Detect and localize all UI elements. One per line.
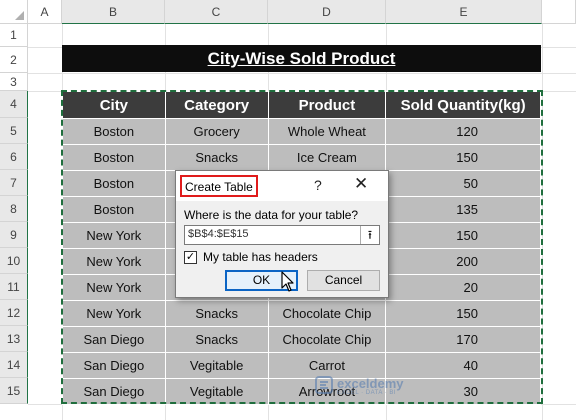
row-header-7[interactable]: 7 (0, 170, 28, 196)
cell-category[interactable]: Grocery (164, 118, 269, 145)
range-value: $B$4:$E$15 (188, 228, 249, 240)
table-row: Boston Snacks Ice Cream 150 (62, 144, 541, 171)
cell-product[interactable]: Chocolate Chip (267, 326, 387, 353)
cell-quantity[interactable]: 135 (385, 196, 541, 223)
row-header-6[interactable]: 6 (0, 144, 28, 170)
row-header-8[interactable]: 8 (0, 196, 28, 222)
column-header-c[interactable]: C (165, 0, 268, 24)
collapse-dialog-icon[interactable]: ⭱ (360, 226, 379, 244)
cell-category[interactable]: Vegitable (164, 352, 269, 379)
cell-city[interactable]: San Diego (62, 378, 166, 405)
cell-product[interactable]: Ice Cream (267, 144, 387, 171)
row-header-10[interactable]: 10 (0, 248, 28, 274)
row-header-4[interactable]: 4 (0, 91, 28, 118)
range-prompt-label: Where is the data for your table? (184, 208, 359, 222)
select-all-corner[interactable] (0, 0, 28, 24)
watermark: exceldemy EXCEL · DATA · BI (315, 373, 405, 397)
cell-city[interactable]: Boston (62, 118, 166, 145)
row-header-12[interactable]: 12 (0, 300, 28, 326)
row-header-11[interactable]: 11 (0, 274, 28, 300)
row-header-9[interactable]: 9 (0, 222, 28, 248)
headers-checkbox[interactable]: ✓ (184, 251, 197, 264)
cell-quantity[interactable]: 120 (385, 118, 541, 145)
cell-quantity[interactable]: 200 (385, 248, 541, 275)
cell-category[interactable]: Snacks (164, 300, 269, 327)
cell-city[interactable]: New York (62, 222, 166, 249)
column-header-a[interactable]: A (28, 0, 62, 24)
cell-city[interactable]: New York (62, 274, 166, 301)
mouse-pointer-icon (281, 271, 294, 292)
cell-city[interactable]: Boston (62, 144, 166, 171)
row-header-14[interactable]: 14 (0, 352, 28, 378)
row-header-3[interactable]: 3 (0, 73, 28, 91)
headers-checkbox-label[interactable]: My table has headers (203, 250, 318, 264)
table-row: Boston Grocery Whole Wheat 120 (62, 118, 541, 145)
cell-city[interactable]: New York (62, 248, 166, 275)
cell-category[interactable]: Snacks (164, 144, 269, 171)
cell-quantity[interactable]: 20 (385, 274, 541, 301)
cell-city[interactable]: San Diego (62, 352, 166, 379)
cell-quantity[interactable]: 40 (385, 352, 541, 379)
range-input[interactable]: $B$4:$E$15 ⭱ (184, 225, 380, 245)
header-city[interactable]: City (62, 91, 166, 119)
exceldemy-logo-icon (315, 376, 333, 394)
cancel-button[interactable]: Cancel (307, 270, 380, 291)
cell-city[interactable]: San Diego (62, 326, 166, 353)
cell-category[interactable]: Snacks (164, 326, 269, 353)
dialog-title: Create Table (180, 175, 258, 197)
watermark-name: exceldemy (337, 376, 404, 391)
sheet-title[interactable]: City-Wise Sold Product (62, 45, 541, 72)
cell-product[interactable]: Chocolate Chip (267, 300, 387, 327)
row-header-15[interactable]: 15 (0, 378, 28, 404)
row-header-13[interactable]: 13 (0, 326, 28, 352)
column-header-f[interactable] (542, 0, 576, 24)
cell-quantity[interactable]: 30 (385, 378, 541, 405)
cell-quantity[interactable]: 150 (385, 222, 541, 249)
cell-quantity[interactable]: 150 (385, 144, 541, 171)
watermark-tagline: EXCEL · DATA · BI (337, 390, 397, 396)
gridline (28, 73, 576, 74)
cell-quantity[interactable]: 170 (385, 326, 541, 353)
row-header-5[interactable]: 5 (0, 118, 28, 144)
header-sold-quantity[interactable]: Sold Quantity(kg) (385, 91, 541, 119)
header-category[interactable]: Category (164, 91, 269, 119)
cell-product[interactable]: Whole Wheat (267, 118, 387, 145)
cell-quantity[interactable]: 150 (385, 300, 541, 327)
help-button[interactable]: ? (314, 177, 322, 193)
table-row: San Diego Vegitable Arrowroot 30 (62, 378, 541, 405)
table-row: San Diego Snacks Chocolate Chip 170 (62, 326, 541, 353)
dialog-title-bar[interactable]: Create Table ? ✕ (176, 171, 388, 201)
cell-quantity[interactable]: 50 (385, 170, 541, 197)
row-header-1[interactable]: 1 (0, 24, 28, 47)
column-header-e[interactable]: E (386, 0, 542, 24)
cell-city[interactable]: Boston (62, 170, 166, 197)
column-header-d[interactable]: D (268, 0, 386, 24)
close-button[interactable]: ✕ (354, 174, 368, 194)
table-row: San Diego Vegitable Carrot 40 (62, 352, 541, 379)
gridline (542, 24, 543, 420)
cell-city[interactable]: New York (62, 300, 166, 327)
row-header-2[interactable]: 2 (0, 47, 28, 73)
column-header-b[interactable]: B (62, 0, 165, 24)
table-row: New York Snacks Chocolate Chip 150 (62, 300, 541, 327)
table-header-row: City Category Product Sold Quantity(kg) (62, 91, 541, 119)
header-product[interactable]: Product (267, 91, 387, 119)
cell-category[interactable]: Vegitable (164, 378, 269, 405)
cell-city[interactable]: Boston (62, 196, 166, 223)
